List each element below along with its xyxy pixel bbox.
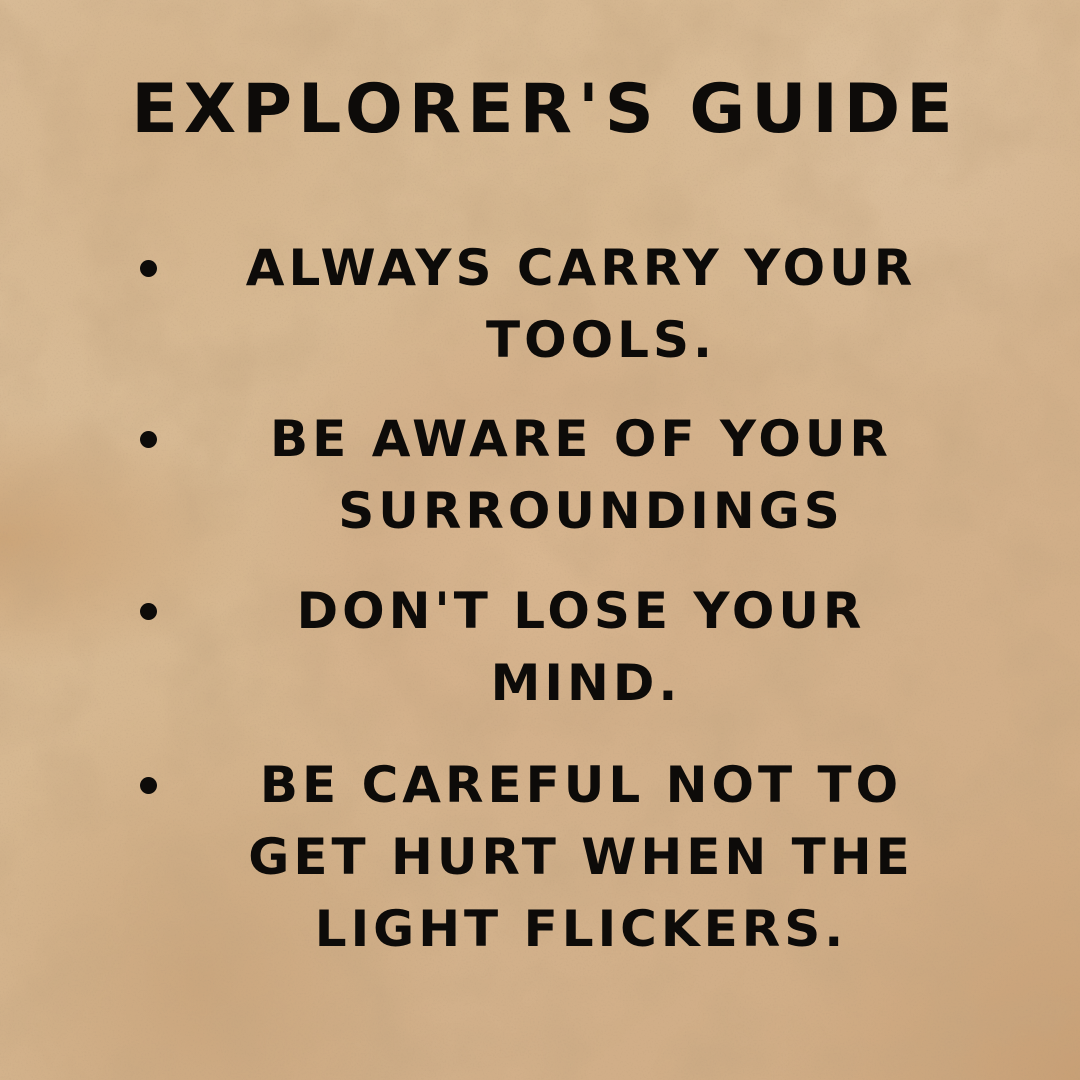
bullet-icon	[140, 431, 157, 448]
list-item-line: LIGHT FLICKERS.	[314, 900, 848, 958]
list-item-text: DON'T LOSE YOUR MIND.	[216, 575, 946, 719]
guide-card: EXPLORER'S GUIDE ALWAYS CARRY YOUR TOOLS…	[0, 0, 1080, 1080]
list-item-line: SURROUNDINGS	[338, 482, 844, 540]
list-item-line: DON'T LOSE YOUR	[296, 582, 866, 640]
list-item-line: BE CAREFUL NOT TO	[259, 756, 903, 814]
list-item-line: TOOLS.	[486, 311, 716, 369]
list-item-line: GET HURT WHEN THE	[248, 828, 914, 886]
list-item-text: ALWAYS CARRY YOUR TOOLS.	[216, 232, 946, 376]
bullet-icon	[140, 603, 157, 620]
list-item-line: BE AWARE OF YOUR	[270, 410, 892, 468]
list-item-line: ALWAYS CARRY YOUR	[245, 239, 917, 297]
list-item-text: BE AWARE OF YOUR SURROUNDINGS	[216, 403, 946, 547]
bullet-icon	[140, 260, 157, 277]
bullet-icon	[140, 777, 157, 794]
list-item-text: BE CAREFUL NOT TO GET HURT WHEN THE LIGH…	[196, 749, 966, 965]
page-title: EXPLORER'S GUIDE	[131, 70, 959, 149]
list-item-line: MIND.	[490, 654, 682, 712]
